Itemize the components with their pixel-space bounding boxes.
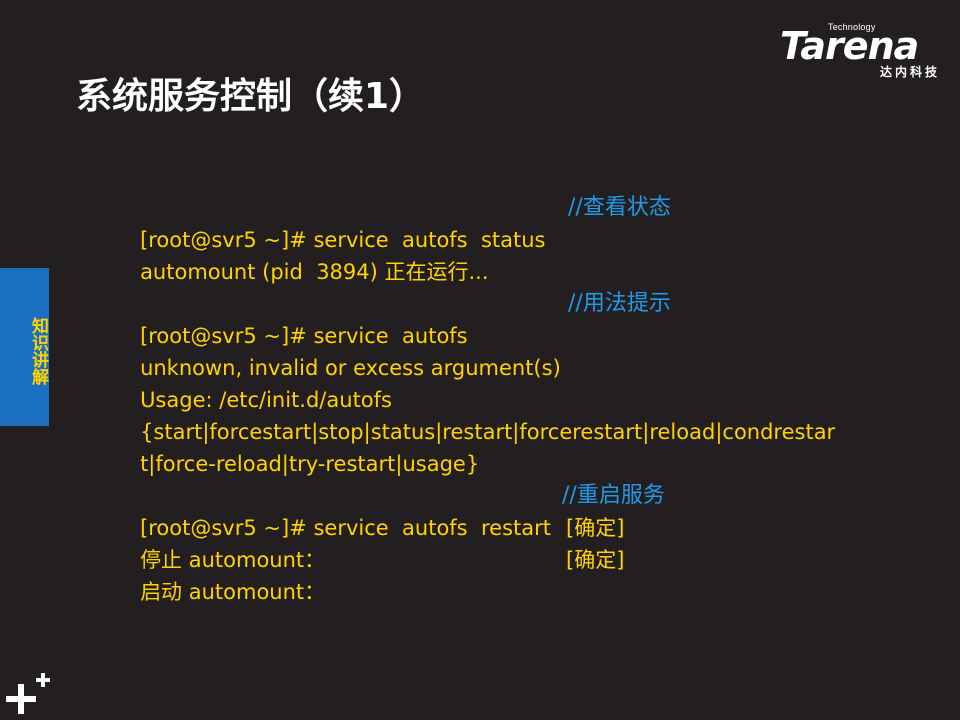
code-line: {start|forcestart|stop|status|restart|fo… xyxy=(100,384,860,444)
slide-title: 系统服务控制（续1） xyxy=(76,76,426,117)
output-start: 启动 automount： xyxy=(140,580,326,604)
result-ok-start: [确定] xyxy=(566,548,625,572)
output-options-part2: t|force-reload|try-restart|usage} xyxy=(140,452,480,476)
logo-wordmark: Tarena xyxy=(780,24,919,68)
code-line: automount (pid 3894) 正在运行... xyxy=(100,224,860,284)
logo-chinese-text: 达内科技 xyxy=(879,65,940,79)
code-line: [root@svr5 ~]# service autofs //用法提示 xyxy=(100,288,860,348)
comment-usage: //用法提示 xyxy=(568,291,671,316)
tarena-logo: Technology Tarena 达内科技 xyxy=(780,22,942,84)
side-tab-knowledge: 知识讲解 xyxy=(0,268,49,426)
result-ok-stop: [确定] xyxy=(566,516,625,540)
code-line: unknown, invalid or excess argument(s) xyxy=(100,320,860,380)
code-line: [root@svr5 ~]# service autofs status //查… xyxy=(100,192,860,252)
comment-status: //查看状态 xyxy=(568,195,671,220)
slide: Technology Tarena 达内科技 系统服务控制（续1） 知识讲解 [… xyxy=(0,0,960,720)
code-line: Usage: /etc/init.d/autofs xyxy=(100,352,860,412)
code-line: t|force-reload|try-restart|usage} xyxy=(100,416,860,476)
code-line: 停止 automount： [确定] xyxy=(100,512,860,572)
code-line: [root@svr5 ~]# service autofs restart //… xyxy=(100,480,860,540)
code-line: 启动 automount： [确定] xyxy=(100,544,860,604)
plus-icon xyxy=(6,673,50,714)
comment-restart: //重启服务 xyxy=(562,483,665,508)
output-running: automount (pid 3894) 正在运行... xyxy=(140,260,489,284)
side-tab-label: 知识讲解 xyxy=(28,317,48,385)
terminal-example: [root@svr5 ~]# service autofs status //查… xyxy=(100,192,860,604)
